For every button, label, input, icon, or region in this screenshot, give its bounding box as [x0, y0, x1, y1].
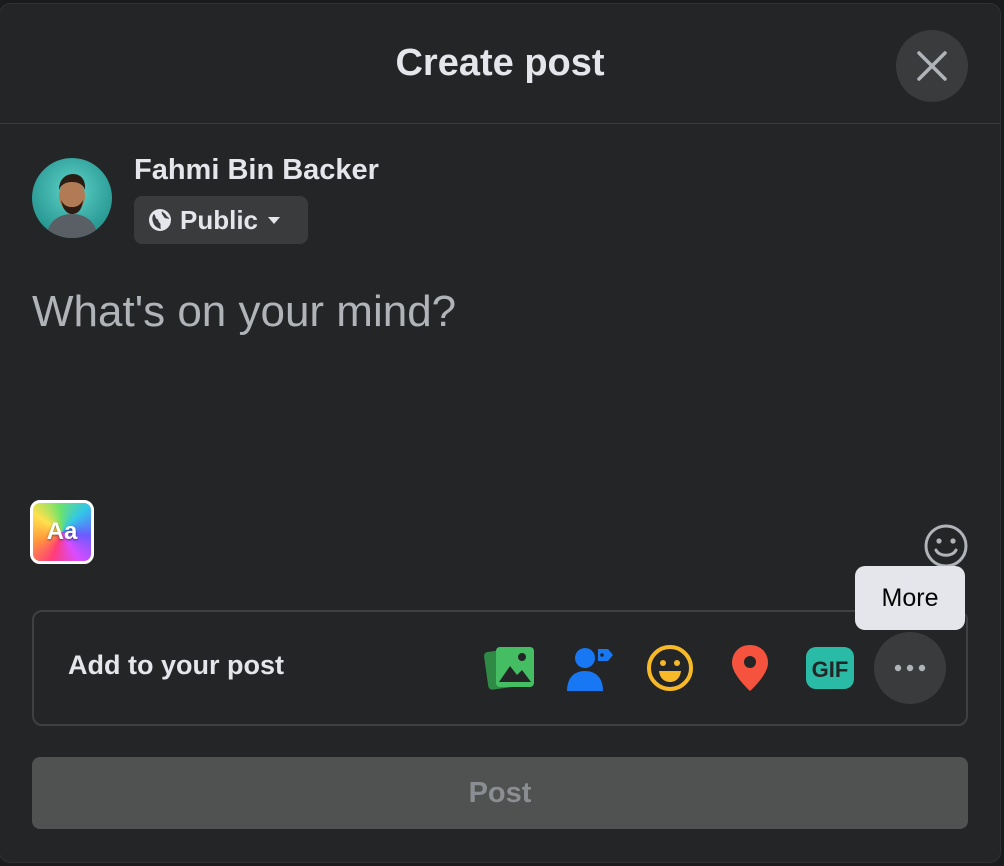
audience-selector[interactable]: Public	[134, 196, 308, 244]
more-dots-icon	[894, 664, 926, 672]
caret-down-icon	[268, 217, 281, 224]
avatar-image	[32, 158, 112, 238]
emoji-button[interactable]	[922, 522, 970, 570]
avatar[interactable]	[32, 158, 112, 238]
background-picker-label: Aa	[46, 518, 78, 545]
dialog-title: Create post	[395, 42, 605, 84]
post-button[interactable]: Post	[32, 757, 968, 829]
check-in-button[interactable]	[720, 638, 780, 698]
location-pin-icon	[732, 645, 768, 691]
globe-icon	[149, 209, 171, 231]
smiley-outline-icon	[924, 524, 968, 568]
add-to-post-panel: Add to your post GIF	[32, 610, 968, 726]
photo-video-button[interactable]	[480, 638, 540, 698]
feeling-activity-button[interactable]	[640, 638, 700, 698]
photo-icon	[484, 647, 534, 690]
audience-label: Public	[180, 204, 259, 235]
close-icon	[917, 51, 947, 81]
add-to-post-label: Add to your post	[68, 650, 284, 680]
close-button[interactable]	[896, 30, 968, 102]
post-composer-input[interactable]	[32, 282, 932, 342]
create-post-dialog: Create post Fahmi Bin Backer Public What…	[0, 4, 1000, 862]
user-name[interactable]: Fahmi Bin Backer	[134, 154, 379, 187]
dialog-header: Create post	[0, 4, 1000, 124]
tag-people-icon	[567, 648, 613, 691]
tag-people-button[interactable]	[560, 638, 620, 698]
gif-label: GIF	[812, 657, 849, 682]
more-button[interactable]	[874, 632, 946, 704]
smiley-icon	[647, 645, 693, 691]
gif-icon: GIF	[806, 647, 854, 689]
background-picker-button[interactable]: Aa	[30, 500, 94, 564]
more-tooltip: More	[855, 566, 965, 630]
gif-button[interactable]: GIF	[800, 638, 860, 698]
